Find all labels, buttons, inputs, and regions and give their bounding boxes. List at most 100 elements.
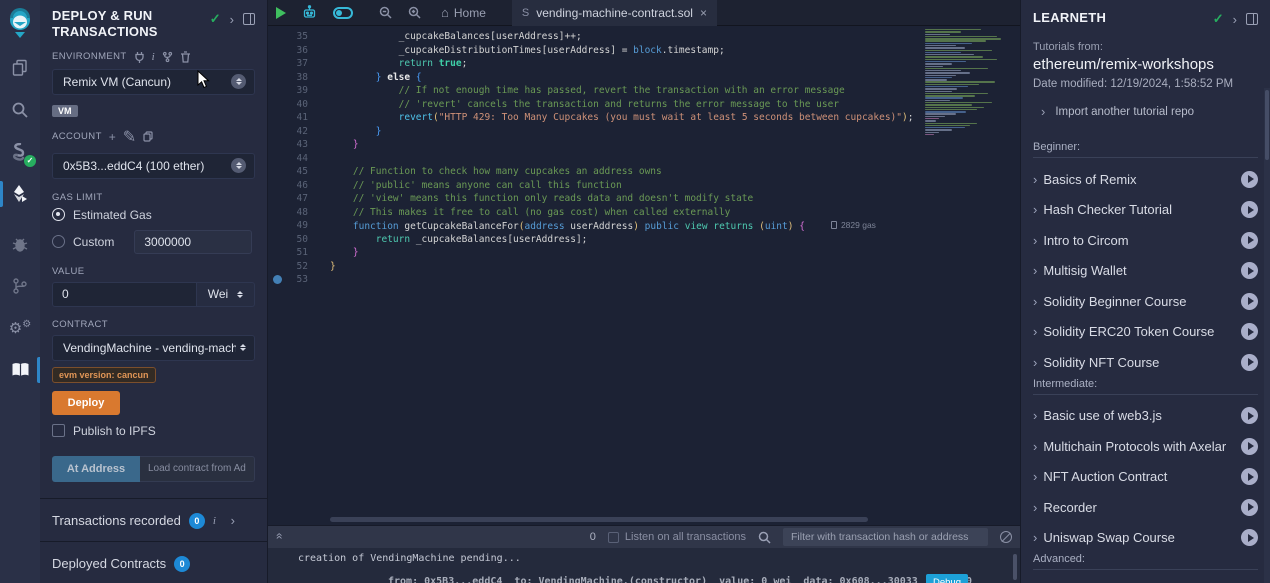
estimated-gas-option[interactable]: Estimated Gas bbox=[52, 208, 255, 222]
line-number-gutter[interactable]: 50 bbox=[268, 234, 330, 245]
tutorial-item[interactable]: ›Intro to Circom bbox=[1033, 225, 1258, 256]
line-number-gutter[interactable]: 40 bbox=[268, 99, 330, 110]
play-tutorial-button[interactable] bbox=[1241, 262, 1258, 279]
line-number-gutter[interactable]: 52 bbox=[268, 261, 330, 272]
zoom-in-button[interactable] bbox=[400, 0, 429, 26]
code-line[interactable]: 37 return true; bbox=[268, 57, 1020, 71]
chevron-right-icon[interactable]: › bbox=[231, 513, 255, 528]
code-line[interactable]: 35 _cupcakeBalances[userAddress]++; bbox=[268, 30, 1020, 44]
line-number-gutter[interactable]: 47 bbox=[268, 193, 330, 204]
tutorial-item[interactable]: ›Recorder bbox=[1033, 492, 1258, 523]
scrollbar-thumb[interactable] bbox=[1265, 90, 1269, 160]
line-number-gutter[interactable]: 42 bbox=[268, 126, 330, 137]
listen-all-transactions[interactable]: Listen on all transactions bbox=[608, 531, 746, 543]
play-tutorial-button[interactable] bbox=[1241, 293, 1258, 310]
play-tutorial-button[interactable] bbox=[1241, 323, 1258, 340]
line-number-gutter[interactable]: 44 bbox=[268, 153, 330, 164]
panel-box-icon[interactable] bbox=[243, 13, 255, 25]
publish-to-ipfs-option[interactable]: Publish to IPFS bbox=[52, 424, 255, 438]
tutorial-item[interactable]: ›Basics of Remix bbox=[1033, 164, 1258, 195]
tutorial-item[interactable]: ›Multichain Protocols with Axelar bbox=[1033, 431, 1258, 462]
play-tutorial-button[interactable] bbox=[1241, 468, 1258, 485]
sidebar-item-file-explorer[interactable] bbox=[0, 52, 40, 82]
trash-icon[interactable] bbox=[180, 51, 191, 63]
tutorial-item[interactable]: ›Solidity NFT Course bbox=[1033, 347, 1258, 378]
search-terminal-icon[interactable] bbox=[758, 531, 771, 544]
tutorial-item[interactable]: ›Uniswap Swap Course bbox=[1033, 523, 1258, 554]
sidebar-item-solidity-compiler[interactable]: ✓ bbox=[0, 138, 40, 168]
horizontal-scrollbar[interactable] bbox=[330, 517, 868, 522]
code-line[interactable]: 42 } bbox=[268, 125, 1020, 139]
transactions-recorded-row[interactable]: Transactions recorded 0 i › bbox=[52, 499, 255, 531]
code-line[interactable]: 48 // This makes it free to call (no gas… bbox=[268, 206, 1020, 220]
import-tutorial-repo[interactable]: › Import another tutorial repo bbox=[1033, 104, 1258, 119]
chevron-right-icon[interactable]: › bbox=[230, 12, 234, 27]
radio-unselected[interactable] bbox=[52, 235, 65, 248]
plus-icon[interactable]: + bbox=[109, 130, 116, 144]
play-tutorial-button[interactable] bbox=[1241, 407, 1258, 424]
play-tutorial-button[interactable] bbox=[1241, 499, 1258, 516]
code-line[interactable]: 49 function getCupcakeBalanceFor(address… bbox=[268, 219, 1020, 233]
fork-state-icon[interactable] bbox=[162, 51, 173, 63]
at-address-button[interactable]: At Address bbox=[52, 456, 140, 482]
code-line[interactable]: 51 } bbox=[268, 246, 1020, 260]
tutorial-item[interactable]: ›Solidity Beginner Course bbox=[1033, 286, 1258, 317]
code-line[interactable]: 39 // If not enough time has passed, rev… bbox=[268, 84, 1020, 98]
sidebar-item-learneth[interactable] bbox=[0, 355, 40, 385]
play-tutorial-button[interactable] bbox=[1241, 438, 1258, 455]
tutorial-item[interactable]: ›All about Proxy Contracts bbox=[1033, 576, 1258, 583]
line-number-gutter[interactable]: 35 bbox=[268, 31, 330, 42]
line-number-gutter[interactable]: 43 bbox=[268, 139, 330, 150]
code-line[interactable]: 47 // 'view' means this function only re… bbox=[268, 192, 1020, 206]
scrollbar-track[interactable] bbox=[1264, 88, 1270, 583]
editor-minimap[interactable] bbox=[925, 29, 1015, 141]
play-tutorial-button[interactable] bbox=[1241, 529, 1258, 546]
listen-checkbox[interactable] bbox=[608, 532, 619, 543]
copy-icon[interactable] bbox=[143, 131, 153, 142]
close-icon[interactable]: × bbox=[700, 6, 707, 20]
at-address-input[interactable] bbox=[140, 456, 255, 482]
plug-icon[interactable] bbox=[134, 51, 145, 63]
block-slash-icon[interactable] bbox=[1000, 531, 1012, 543]
info-icon[interactable]: i bbox=[213, 515, 216, 527]
custom-gas-input[interactable] bbox=[134, 230, 252, 254]
line-number-gutter[interactable]: 38 bbox=[268, 72, 330, 83]
code-line[interactable]: 45 // Function to check how many cupcake… bbox=[268, 165, 1020, 179]
info-icon[interactable]: i bbox=[152, 51, 155, 63]
code-line[interactable]: 36 _cupcakeDistributionTimes[userAddress… bbox=[268, 44, 1020, 58]
line-number-gutter[interactable]: 48 bbox=[268, 207, 330, 218]
tab-vending-machine-contract[interactable]: S vending-machine-contract.sol × bbox=[512, 0, 717, 26]
line-number-gutter[interactable]: 45 bbox=[268, 166, 330, 177]
tutorial-item[interactable]: ›Basic use of web3.js bbox=[1033, 401, 1258, 432]
ai-copilot-button[interactable] bbox=[294, 0, 325, 26]
sidebar-item-deploy-run[interactable] bbox=[0, 179, 40, 209]
tab-home[interactable]: ⌂ Home bbox=[429, 5, 498, 20]
deploy-button[interactable]: Deploy bbox=[52, 391, 120, 415]
line-number-gutter[interactable]: 46 bbox=[268, 180, 330, 191]
code-line[interactable]: 50 return _cupcakeBalances[userAddress]; bbox=[268, 233, 1020, 247]
code-line[interactable]: 44 bbox=[268, 152, 1020, 166]
account-select[interactable]: 0x5B3...eddC4 (100 ether) bbox=[52, 153, 255, 179]
run-script-button[interactable] bbox=[268, 0, 294, 26]
line-number-gutter[interactable]: 36 bbox=[268, 45, 330, 56]
tutorial-item[interactable]: ›Multisig Wallet bbox=[1033, 256, 1258, 287]
value-input[interactable] bbox=[52, 282, 197, 307]
code-line[interactable]: 40 // 'revert' cancels the transaction a… bbox=[268, 98, 1020, 112]
custom-gas-option[interactable]: Custom bbox=[52, 230, 255, 254]
ipfs-checkbox[interactable] bbox=[52, 424, 65, 437]
remix-logo[interactable] bbox=[0, 2, 40, 46]
sidebar-item-search[interactable] bbox=[0, 95, 40, 125]
terminal-filter-input[interactable] bbox=[783, 528, 988, 546]
terminal-scrollbar[interactable] bbox=[1013, 554, 1017, 580]
panel-box-icon[interactable] bbox=[1246, 13, 1258, 25]
tutorial-item[interactable]: ›NFT Auction Contract bbox=[1033, 462, 1258, 493]
zoom-out-button[interactable] bbox=[371, 0, 400, 26]
value-unit-select[interactable]: Wei bbox=[197, 282, 255, 307]
code-line[interactable]: 43 } bbox=[268, 138, 1020, 152]
line-number-gutter[interactable]: 37 bbox=[268, 58, 330, 69]
code-line[interactable]: 46 // 'public' means anyone can call thi… bbox=[268, 179, 1020, 193]
line-number-gutter[interactable]: 41 bbox=[268, 112, 330, 123]
tutorial-item[interactable]: ›Solidity ERC20 Token Course bbox=[1033, 317, 1258, 348]
breakpoint-dot[interactable] bbox=[273, 275, 282, 284]
collapse-terminal-icon[interactable]: » bbox=[271, 535, 285, 540]
